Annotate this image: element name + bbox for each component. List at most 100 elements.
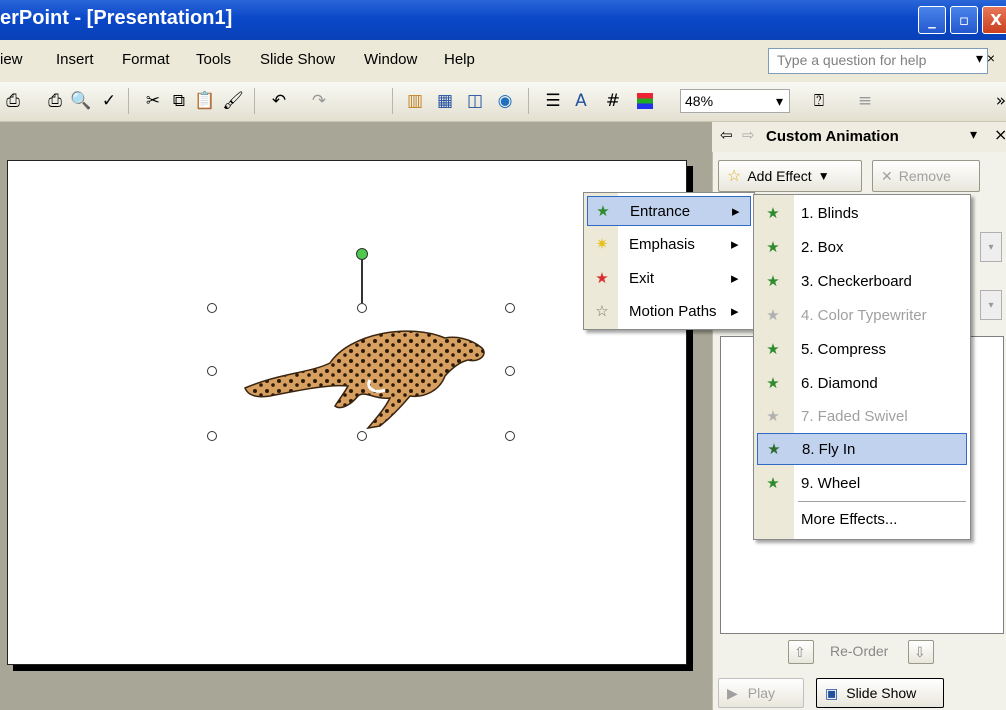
play-icon: ▶ — [727, 684, 738, 701]
green-star-icon: ★ — [767, 441, 781, 458]
effect-compress[interactable]: ★ 5. Compress — [757, 334, 967, 364]
effect-color-typewriter[interactable]: ★ 4. Color Typewriter — [757, 300, 967, 330]
toolbar-separator — [254, 88, 255, 114]
pane-close-icon[interactable]: × — [994, 125, 1006, 144]
cut-icon[interactable]: ✂ — [140, 88, 166, 114]
effect-blinds[interactable]: ★ 1. Blinds — [757, 198, 967, 228]
effect-fly-in[interactable]: ★ 8. Fly In — [757, 433, 967, 465]
minimize-icon: _ — [928, 11, 936, 29]
up-arrow-icon: ⇧ — [794, 643, 806, 660]
play-button[interactable]: ▶ Play — [718, 678, 804, 708]
effect-diamond[interactable]: ★ 6. Diamond — [757, 368, 967, 398]
slide-show-icon: ▣ — [825, 684, 839, 701]
chevron-down-icon: ▼ — [817, 169, 830, 183]
insert-table-icon[interactable]: ▦ — [432, 88, 458, 114]
resize-handle[interactable] — [207, 303, 217, 313]
redo-icon[interactable]: ↷ — [306, 88, 332, 114]
submenu-arrow-icon: ▸ — [731, 236, 739, 253]
grid-icon[interactable]: # — [600, 88, 626, 114]
more-icon[interactable]: » — [988, 88, 1006, 114]
resize-handle[interactable] — [357, 303, 367, 313]
help-search-input[interactable]: Type a question for help — [768, 48, 988, 74]
submenu-arrow-icon: ▸ — [732, 203, 740, 220]
print-icon[interactable]: ⎙ — [42, 88, 68, 114]
toolbar-separator — [528, 88, 529, 114]
minimize-button[interactable]: _ — [918, 6, 946, 34]
green-star-icon: ★ — [766, 375, 780, 392]
maximize-button[interactable]: ▫ — [950, 6, 978, 34]
format-painter-icon[interactable]: 🖌 — [220, 88, 246, 114]
insert-chart-icon[interactable]: ▥ — [402, 88, 428, 114]
expand-icon[interactable]: ☰ — [540, 88, 566, 114]
add-effect-button[interactable]: ☆ Add Effect ▼ — [718, 160, 862, 192]
hyperlink-icon[interactable]: ◉ — [492, 88, 518, 114]
exit-star-icon: ★ — [595, 270, 609, 287]
more-effects-item[interactable]: More Effects... — [757, 504, 967, 534]
green-star-icon: ★ — [766, 341, 780, 358]
print-preview-icon[interactable]: ⎙ — [0, 88, 26, 114]
disabled-star-icon: ★ — [766, 307, 780, 324]
green-star-icon: ★ — [766, 475, 780, 492]
menu-insert[interactable]: Insert — [56, 51, 94, 68]
slide-show-button[interactable]: ▣ Slide Show — [816, 678, 944, 708]
copy-icon[interactable]: ⧉ — [166, 88, 192, 114]
resize-handle[interactable] — [505, 431, 515, 441]
zoom-select[interactable]: 48% ▾ — [680, 89, 790, 113]
toolbar-separator — [392, 88, 393, 114]
resize-handle[interactable] — [207, 431, 217, 441]
menu-item-emphasis[interactable]: ✷ Emphasis ▸ — [587, 229, 751, 259]
effect-faded-swivel[interactable]: ★ 7. Faded Swivel — [757, 401, 967, 431]
add-effect-star-icon: ☆ — [727, 168, 742, 185]
spelling-icon[interactable]: ✓ — [96, 88, 122, 114]
effect-checkerboard[interactable]: ★ 3. Checkerboard — [757, 266, 967, 296]
menu-item-entrance[interactable]: ★ Entrance ▸ — [587, 196, 751, 226]
menu-format[interactable]: Format — [122, 51, 170, 68]
menu-item-exit[interactable]: ★ Exit ▸ — [587, 263, 751, 293]
undo-icon[interactable]: ↶ — [266, 88, 292, 114]
resize-handle[interactable] — [505, 303, 515, 313]
move-down-button[interactable]: ⇩ — [908, 640, 934, 664]
menu-help[interactable]: Help — [444, 51, 475, 68]
task-pane-title: Custom Animation — [766, 128, 899, 145]
paste-icon[interactable]: 📋 — [192, 88, 218, 114]
menu-separator — [798, 501, 966, 502]
resize-handle[interactable] — [207, 366, 217, 376]
remove-icon: ✕ — [881, 167, 893, 184]
disabled-star-icon: ★ — [766, 408, 780, 425]
maximize-icon: ▫ — [958, 11, 970, 29]
menu-tools[interactable]: Tools — [196, 51, 231, 68]
effect-wheel[interactable]: ★ 9. Wheel — [757, 468, 967, 498]
remove-button[interactable]: ✕ Remove — [872, 160, 980, 192]
green-star-icon: ★ — [766, 205, 780, 222]
window-title: erPoint - [Presentation1] — [0, 7, 233, 29]
rotation-stem — [361, 257, 363, 303]
menu-item-motion-paths[interactable]: ☆ Motion Paths ▸ — [587, 296, 751, 326]
menu-slide-show[interactable]: Slide Show — [260, 51, 335, 68]
emphasis-star-icon: ✷ — [595, 236, 609, 253]
submenu-arrow-icon: ▸ — [731, 303, 739, 320]
back-arrow-icon[interactable]: ⇦ — [720, 126, 733, 144]
close-button[interactable]: X — [982, 6, 1006, 34]
menu-view[interactable]: iew — [0, 51, 23, 68]
forward-arrow-icon[interactable]: ⇨ — [742, 126, 755, 144]
menu-window[interactable]: Window — [364, 51, 417, 68]
close-icon: X — [990, 11, 1002, 29]
pane-menu-chevron-icon[interactable]: ▾ — [970, 127, 977, 143]
reorder-label: Re-Order — [830, 643, 889, 659]
toolbar-options-icon[interactable]: ≡ — [852, 88, 878, 114]
resize-handle[interactable] — [505, 366, 515, 376]
chevron-down-icon: ▾ — [775, 93, 783, 109]
close-document-button[interactable]: ▾ × — [976, 50, 995, 67]
color-icon[interactable] — [632, 88, 658, 114]
tables-borders-icon[interactable]: ◫ — [462, 88, 488, 114]
effect-box[interactable]: ★ 2. Box — [757, 232, 967, 262]
rotation-handle[interactable] — [356, 248, 368, 260]
move-up-button[interactable]: ⇧ — [788, 640, 814, 664]
property-combo-dropdown[interactable]: ▾ — [980, 290, 1002, 320]
show-formatting-icon[interactable]: A — [568, 88, 594, 114]
preview-icon[interactable]: 🔍 — [68, 88, 94, 114]
start-combo-dropdown[interactable]: ▾ — [980, 232, 1002, 262]
cheetah-clipart-image[interactable] — [240, 318, 490, 436]
entrance-star-icon: ★ — [596, 203, 610, 220]
help-icon[interactable]: ⍰ — [806, 88, 832, 114]
